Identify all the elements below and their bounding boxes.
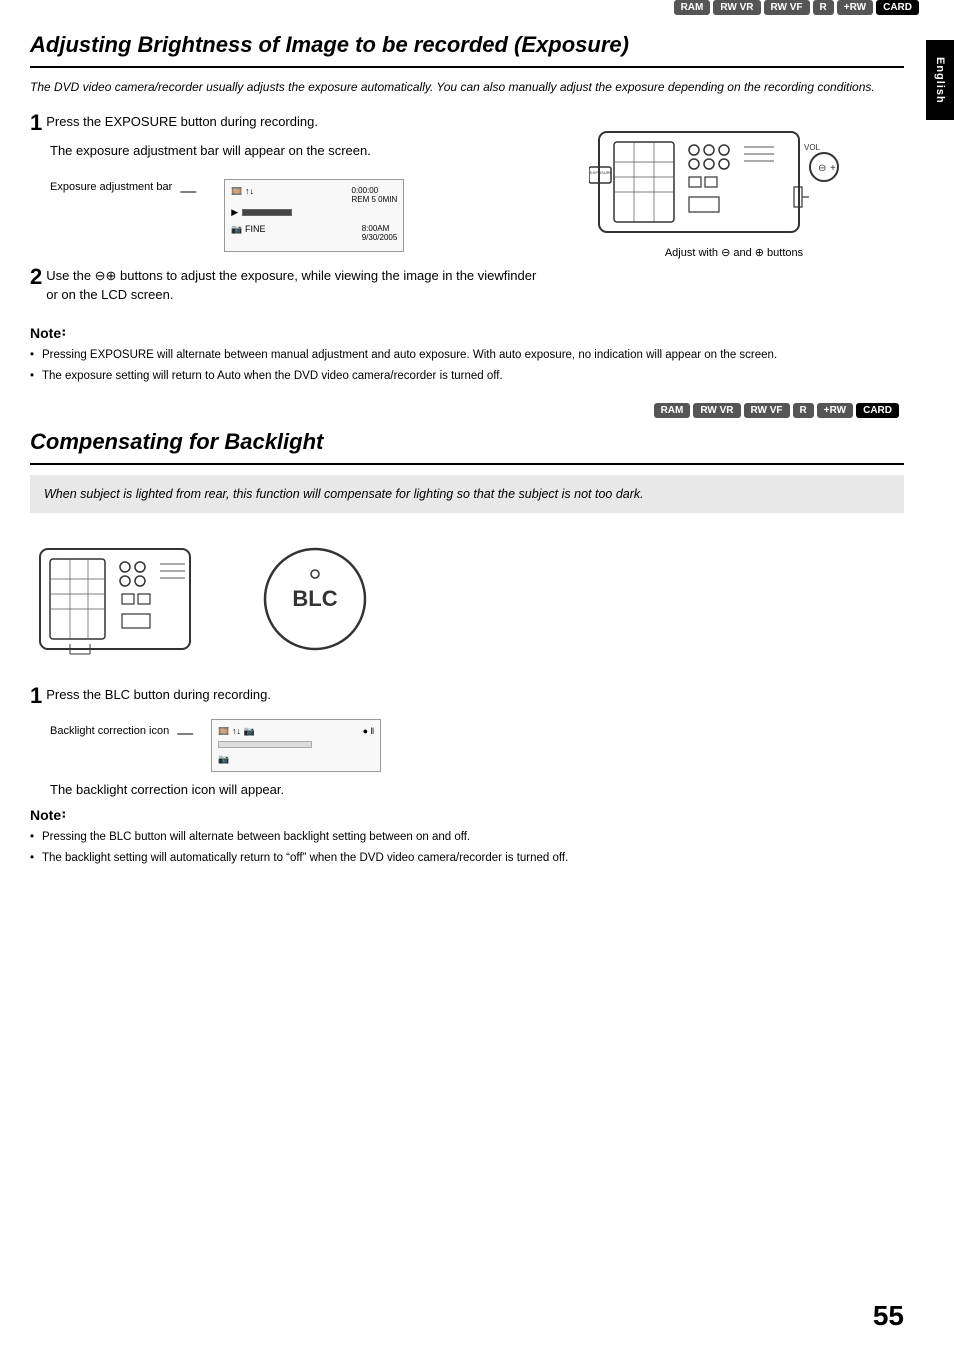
badge-ram: RAM	[674, 0, 711, 15]
note1-title: Note꞉	[30, 325, 904, 343]
page-number: 55	[873, 1300, 904, 1332]
note1-item-1: Pressing EXPOSURE will alternate between…	[30, 347, 904, 364]
section2: Compensating for Backlight When subject …	[30, 428, 904, 867]
blc-diagram: BLC	[30, 529, 904, 669]
note2-item-2: The backlight setting will automatically…	[30, 850, 904, 867]
badge2-rwvf: RW VF	[744, 403, 790, 418]
section2-subtitle: When subject is lighted from rear, this …	[30, 475, 904, 514]
badge2-r: R	[793, 403, 814, 418]
arrow-icon2: —	[177, 725, 193, 743]
mode-badges-middle: RAM RW VR RW VF R +RW CARD	[30, 403, 904, 418]
badge-rw: +RW	[837, 0, 873, 15]
section1-note: Note꞉ Pressing EXPOSURE will alternate b…	[30, 325, 904, 390]
backlight-appear-text: The backlight correction icon will appea…	[50, 782, 904, 797]
note2-item-1: Pressing the BLC button will alternate b…	[30, 829, 904, 846]
exposure-screen-diagram: 🎞️ ↑↓ 0:00:00REM 5 0MIN ▶ 📷 FINE 8:00AM9…	[224, 179, 404, 252]
language-tab: English	[926, 40, 954, 120]
badge2-rwvr: RW VR	[693, 403, 740, 418]
svg-text:+: +	[830, 163, 836, 174]
backlight-label: Backlight correction icon	[50, 725, 169, 737]
step1-indent: The exposure adjustment bar will appear …	[50, 141, 544, 161]
mode-badges-top: RAM RW VR RW VF R +RW CARD	[0, 0, 924, 15]
badge2-card: CARD	[856, 403, 899, 418]
main-content: Adjusting Brightness of Image to be reco…	[0, 21, 924, 891]
badge-rwvf: RW VF	[764, 0, 810, 15]
section1-left: 1 Press the EXPOSURE button during recor…	[30, 112, 544, 315]
note2-list: Pressing the BLC button will alternate b…	[30, 829, 904, 868]
badge2-ram: RAM	[654, 403, 691, 418]
note1-list: Pressing EXPOSURE will alternate between…	[30, 347, 904, 386]
exposure-bar-area: Exposure adjustment bar — 🎞️ ↑↓ 0:00:00R…	[50, 171, 544, 252]
blc-step1-text: 1 Press the BLC button during recording.	[30, 685, 904, 705]
arrow-icon: —	[180, 183, 196, 201]
screen-row-2: 📷 FINE 8:00AM9/30/2005	[231, 224, 397, 242]
section1-note-area: Note꞉ Pressing EXPOSURE will alternate b…	[30, 325, 904, 390]
camera-diagram-svg: EXPOSURE VOL ⊖ +	[589, 112, 879, 242]
section1-subtitle: The DVD video camera/recorder usually ad…	[30, 78, 904, 96]
adjust-label: Adjust with ⊖ and ⊕ buttons	[665, 246, 803, 259]
badge-rwvr: RW VR	[713, 0, 760, 15]
backlight-area: Backlight correction icon — 🎞️ ↑↓ 📷 ● ‖ …	[50, 715, 904, 772]
backlight-row2: 📷	[218, 754, 374, 765]
step1-number: 1	[30, 112, 42, 134]
badge-card: CARD	[876, 0, 919, 15]
section1-right: EXPOSURE VOL ⊖ + Adjust with ⊖ and ⊕ but…	[564, 112, 904, 315]
backlight-row1: 🎞️ ↑↓ 📷 ● ‖	[218, 726, 374, 737]
note1-item-2: The exposure setting will return to Auto…	[30, 368, 904, 385]
svg-text:⊖: ⊖	[818, 163, 826, 174]
svg-text:EXPOSURE: EXPOSURE	[590, 170, 613, 175]
blc-button-svg: BLC	[260, 544, 370, 654]
exposure-bar-label: Exposure adjustment bar	[50, 181, 172, 193]
step1-text: 1 Press the EXPOSURE button during recor…	[30, 112, 544, 132]
svg-text:VOL: VOL	[804, 143, 821, 152]
badge2-rw: +RW	[817, 403, 853, 418]
backlight-screen-diagram: 🎞️ ↑↓ 📷 ● ‖ 📷	[211, 719, 381, 772]
section1-step1-row: 1 Press the EXPOSURE button during recor…	[30, 112, 904, 315]
section2-title: Compensating for Backlight	[30, 428, 904, 465]
svg-text:BLC: BLC	[292, 586, 337, 611]
bar-row: ▶	[231, 207, 397, 218]
section1-title: Adjusting Brightness of Image to be reco…	[30, 31, 904, 68]
badge-r: R	[813, 0, 834, 15]
screen-row-1: 🎞️ ↑↓ 0:00:00REM 5 0MIN	[231, 186, 397, 204]
section2-note: Note꞉ Pressing the BLC button will alter…	[30, 807, 904, 868]
step2-number: 2	[30, 266, 42, 288]
exposure-bar	[242, 209, 292, 216]
blc-step1-number: 1	[30, 685, 42, 707]
backlight-bar	[218, 741, 312, 748]
step2-text: 2 Use the ⊖⊕ buttons to adjust the expos…	[30, 266, 544, 305]
blc-camera-svg	[30, 529, 230, 669]
note2-title: Note꞉	[30, 807, 904, 825]
